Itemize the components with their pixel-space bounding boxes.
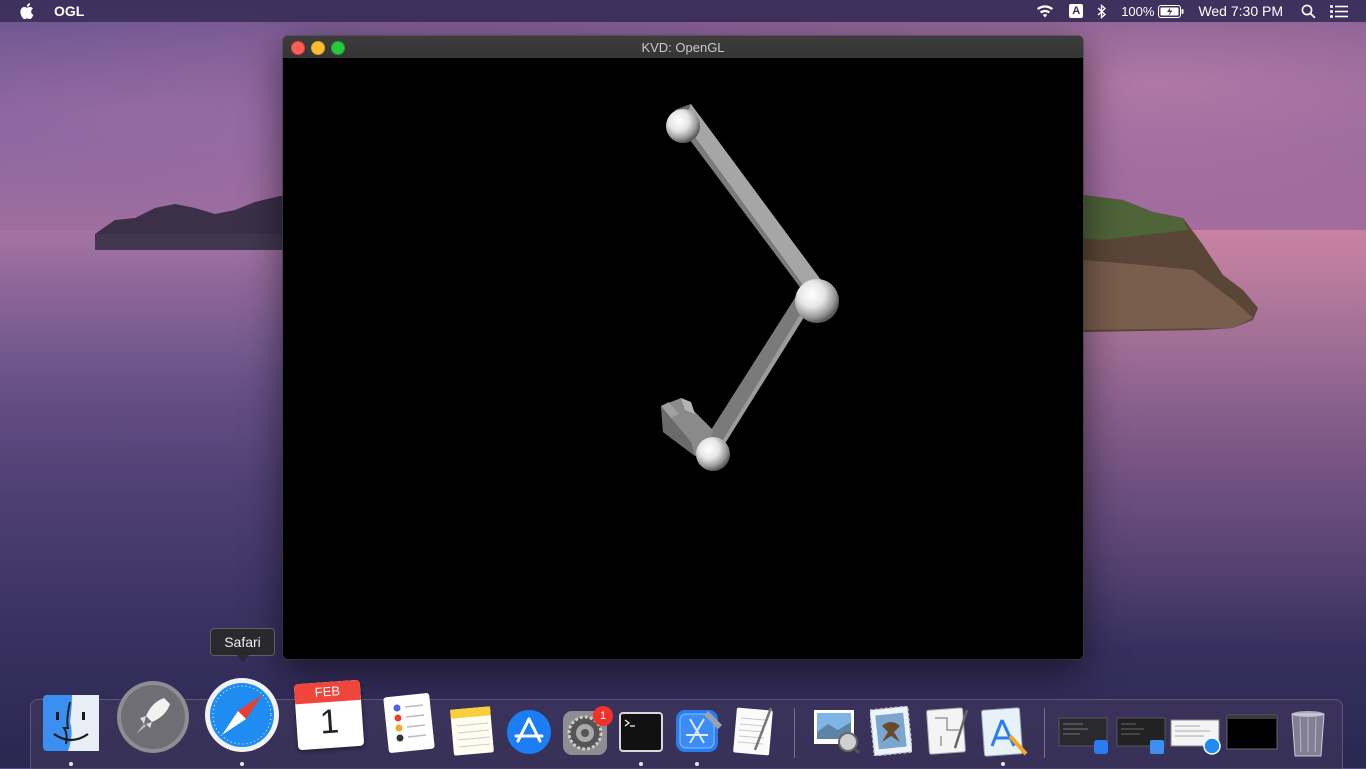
menu-bar: OGL A 100% Wed 7:30 PM [0,0,1366,22]
opengl-canvas[interactable] [283,58,1083,659]
finder-running-dot [69,762,73,766]
battery-status[interactable]: 100% [1121,4,1184,19]
elbow-joint [795,279,839,323]
input-source-icon[interactable]: A [1069,4,1084,18]
wrist-joint [696,437,730,471]
trash-icon[interactable] [1288,706,1328,758]
minimized-window-finder[interactable] [1116,716,1168,756]
dock-tooltip: Safari [210,628,275,662]
minimized-window-safari[interactable] [1170,716,1222,756]
dock-separator-minimized [1044,708,1045,758]
safari-icon[interactable] [204,677,280,753]
reminders-icon[interactable] [383,693,435,753]
notification-center-icon[interactable] [1330,4,1348,18]
wallpaper-island-right [1083,195,1258,332]
xcode-running-dot [695,762,699,766]
calendar-day: 1 [318,702,341,742]
app-menu-name[interactable]: OGL [54,3,84,19]
xcode-icon[interactable] [674,707,724,755]
shoulder-joint [666,109,700,143]
opengl-window[interactable]: KVD: OpenGL [283,36,1083,659]
notes-icon[interactable] [450,706,494,756]
system-preferences-badge: 1 [593,706,613,726]
wallpaper-island-left [95,196,295,250]
clock[interactable]: Wed 7:30 PM [1198,3,1283,19]
dock-separator [794,708,795,758]
window-title: KVD: OpenGL [641,40,725,55]
battery-percent: 100% [1121,3,1155,19]
spotlight-search-icon[interactable] [1301,4,1316,19]
calendar-icon[interactable]: FEB 1 [293,679,365,751]
safari-running-dot [240,762,244,766]
instruments-running-dot [1001,762,1005,766]
instruments-icon[interactable] [980,706,1030,758]
wifi-icon[interactable] [1035,4,1055,18]
terminal-running-dot [639,762,643,766]
robot-arm-render [661,104,839,471]
battery-charging-icon [1158,4,1184,18]
preview-icon[interactable] [810,708,860,754]
bluetooth-icon[interactable] [1097,3,1107,19]
terminal-icon[interactable] [618,711,664,753]
mail-icon[interactable] [870,706,912,756]
app-store-icon[interactable] [506,709,552,755]
launchpad-icon[interactable] [116,680,190,754]
script-editor-icon[interactable] [925,706,971,756]
minimized-window-opengl[interactable] [1226,714,1278,750]
apple-menu-icon[interactable] [20,3,36,19]
minimized-window-xcode[interactable] [1058,716,1110,756]
textedit-icon[interactable] [731,706,777,756]
window-titlebar[interactable]: KVD: OpenGL [283,36,1083,59]
finder-icon[interactable] [42,694,100,752]
